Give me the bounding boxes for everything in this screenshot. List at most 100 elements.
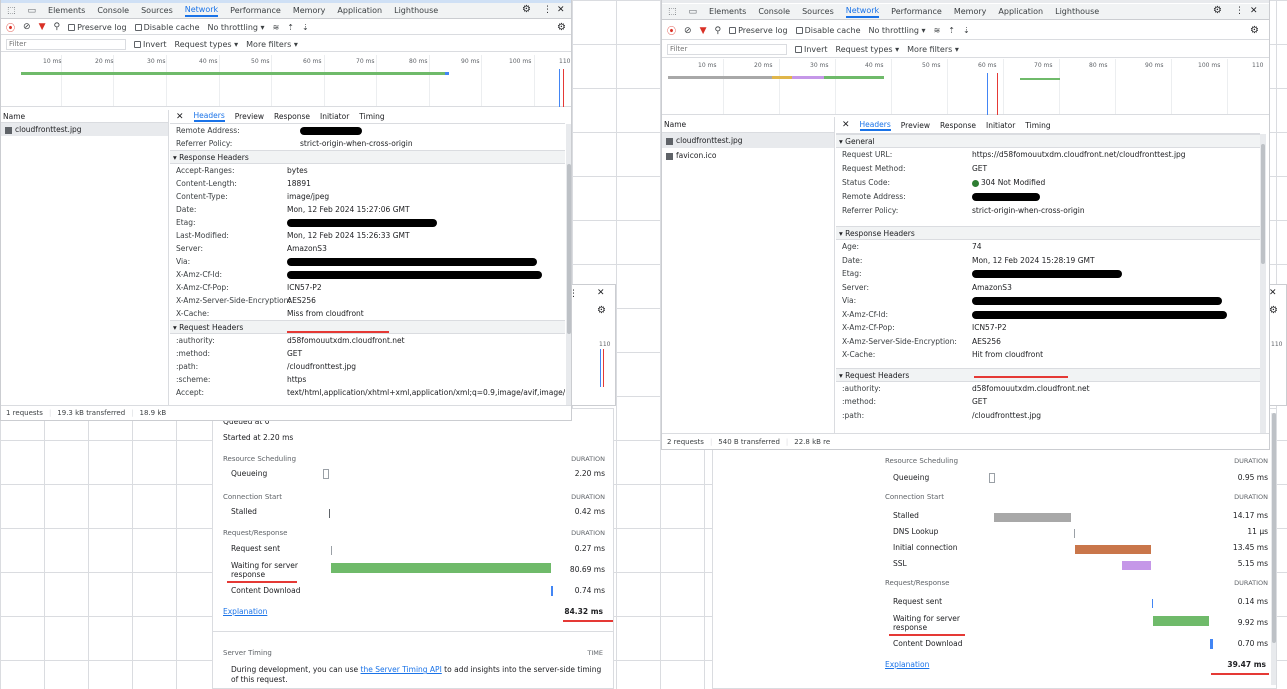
search-icon[interactable]: ⚲ <box>714 26 721 36</box>
request-item[interactable]: cloudfronttest.jpg <box>1 123 168 136</box>
record-icon[interactable]: ⦿ <box>667 24 676 37</box>
timing-row-request-sent: Request sent 0.14 ms <box>893 597 1268 608</box>
detail-tabs: ✕ Headers Preview Response Initiator Tim… <box>170 110 565 124</box>
clear-icon[interactable]: ⊘ <box>684 26 692 36</box>
filter-input[interactable] <box>6 38 126 50</box>
wifi-icon[interactable]: ≋ <box>273 23 280 32</box>
tab-lighthouse[interactable]: Lighthouse <box>394 6 438 15</box>
upload-icon[interactable]: ⇡ <box>287 23 294 32</box>
server-timing-api-link[interactable]: the Server Timing API <box>361 665 442 674</box>
tab-timing[interactable]: Timing <box>1025 121 1050 130</box>
preserve-log-checkbox[interactable]: Preserve log <box>68 23 127 32</box>
tab-network[interactable]: Network <box>845 6 880 18</box>
response-headers-section[interactable]: ▾ Response Headers <box>170 150 565 164</box>
waterfall-bar-waiting <box>824 76 884 79</box>
clear-icon[interactable]: ⊘ <box>23 22 31 32</box>
close-icon[interactable]: ✕ <box>1269 288 1277 298</box>
settings-icon[interactable]: ⚙ <box>1213 5 1222 16</box>
waterfall-bar-stalled <box>668 76 772 79</box>
name-column-header[interactable]: Name <box>662 117 834 133</box>
name-column-header[interactable]: Name <box>1 110 168 123</box>
tab-lighthouse[interactable]: Lighthouse <box>1055 7 1099 16</box>
tab-preview[interactable]: Preview <box>901 121 930 130</box>
inspect-icon[interactable]: ⬚ <box>7 6 16 16</box>
download-icon[interactable]: ⇣ <box>963 26 970 35</box>
upload-icon[interactable]: ⇡ <box>948 26 955 35</box>
tick-label: 20 ms <box>754 62 773 69</box>
more-icon[interactable]: ⋮ <box>1235 6 1244 16</box>
tab-performance[interactable]: Performance <box>891 7 942 16</box>
tab-elements[interactable]: Elements <box>48 6 85 15</box>
tab-console[interactable]: Console <box>97 6 129 15</box>
inspect-icon[interactable]: ⬚ <box>668 7 677 17</box>
tab-console[interactable]: Console <box>758 7 790 16</box>
detail-scrollbar[interactable] <box>566 124 571 420</box>
tab-sources[interactable]: Sources <box>141 6 173 15</box>
request-headers-section[interactable]: ▾ Request Headers <box>836 367 1260 382</box>
request-types-dropdown[interactable]: Request types ▾ <box>836 45 900 54</box>
main-tabbar: ⬚ ▭ Elements Console Sources Network Per… <box>1 3 571 19</box>
tab-initiator[interactable]: Initiator <box>320 112 349 121</box>
tab-elements[interactable]: Elements <box>709 7 746 16</box>
throttling-select[interactable]: No throttling ▾ <box>208 23 265 32</box>
request-item[interactable]: favicon.ico <box>662 148 834 163</box>
settings-icon[interactable]: ⚙ <box>1269 305 1278 316</box>
more-icon[interactable]: ⋮ <box>543 5 552 15</box>
network-settings-icon[interactable]: ⚙ <box>1250 25 1259 36</box>
invert-checkbox[interactable]: Invert <box>134 40 167 49</box>
disable-cache-checkbox[interactable]: Disable cache <box>134 23 200 32</box>
filter-icon[interactable]: ▼ <box>700 26 707 36</box>
throttling-select[interactable]: No throttling ▾ <box>869 26 926 35</box>
more-filters-dropdown[interactable]: More filters ▾ <box>907 45 959 54</box>
record-icon[interactable]: ⦿ <box>6 21 15 34</box>
redacted <box>287 219 437 227</box>
close-detail-icon[interactable]: ✕ <box>842 120 850 130</box>
tab-response[interactable]: Response <box>274 112 310 121</box>
tab-memory[interactable]: Memory <box>293 6 326 15</box>
request-types-dropdown[interactable]: Request types ▾ <box>175 40 239 49</box>
preserve-log-checkbox[interactable]: Preserve log <box>729 26 788 35</box>
request-item[interactable]: cloudfronttest.jpg <box>662 133 834 148</box>
invert-checkbox[interactable]: Invert <box>795 45 828 54</box>
network-settings-icon[interactable]: ⚙ <box>557 22 566 33</box>
status-bar: 2 requests | 540 B transferred | 22.8 kB r… <box>662 433 1269 449</box>
disable-cache-checkbox[interactable]: Disable cache <box>795 26 861 35</box>
tab-response[interactable]: Response <box>940 121 976 130</box>
close-icon[interactable]: ✕ <box>557 5 565 15</box>
tab-memory[interactable]: Memory <box>954 7 987 16</box>
tab-application[interactable]: Application <box>998 7 1043 16</box>
filter-icon[interactable]: ▼ <box>39 22 46 32</box>
tab-performance[interactable]: Performance <box>230 6 281 15</box>
filter-bar: Invert Request types ▾ More filters ▾ <box>1 37 571 52</box>
detail-scrollbar[interactable] <box>1260 134 1266 434</box>
timing-scrollbar[interactable] <box>1271 413 1276 685</box>
tab-preview[interactable]: Preview <box>235 112 264 121</box>
explanation-link[interactable]: Explanation <box>223 607 267 616</box>
close-icon[interactable]: ✕ <box>597 288 605 298</box>
close-detail-icon[interactable]: ✕ <box>176 112 184 122</box>
settings-icon[interactable]: ⚙ <box>522 4 531 15</box>
tab-initiator[interactable]: Initiator <box>986 121 1015 130</box>
tab-headers[interactable]: Headers <box>193 111 225 122</box>
timing-row-initial-connection: Initial connection 13.45 ms <box>893 543 1268 554</box>
response-headers-section[interactable]: ▾ Response Headers <box>836 226 1260 240</box>
tab-application[interactable]: Application <box>337 6 382 15</box>
wifi-icon[interactable]: ≋ <box>934 26 941 35</box>
search-icon[interactable]: ⚲ <box>53 22 60 32</box>
device-icon[interactable]: ▭ <box>689 7 698 17</box>
general-section[interactable]: ▾ General <box>836 134 1260 148</box>
download-icon[interactable]: ⇣ <box>302 23 309 32</box>
header-row: Accept-Ranges: bytes <box>176 166 308 175</box>
explanation-link[interactable]: Explanation <box>885 660 929 669</box>
close-icon[interactable]: ✕ <box>1250 6 1258 16</box>
timing-section: Resource Scheduling DURATION <box>223 455 605 463</box>
tab-network[interactable]: Network <box>184 5 219 17</box>
more-filters-dropdown[interactable]: More filters ▾ <box>246 40 298 49</box>
tab-headers[interactable]: Headers <box>859 120 891 131</box>
status-bar: 1 requests | 19.3 kB transferred | 18.9 kB <box>1 405 571 420</box>
tab-sources[interactable]: Sources <box>802 7 834 16</box>
device-icon[interactable]: ▭ <box>28 6 37 16</box>
filter-input[interactable] <box>667 43 787 55</box>
tab-timing[interactable]: Timing <box>359 112 384 121</box>
settings-icon[interactable]: ⚙ <box>597 305 606 316</box>
